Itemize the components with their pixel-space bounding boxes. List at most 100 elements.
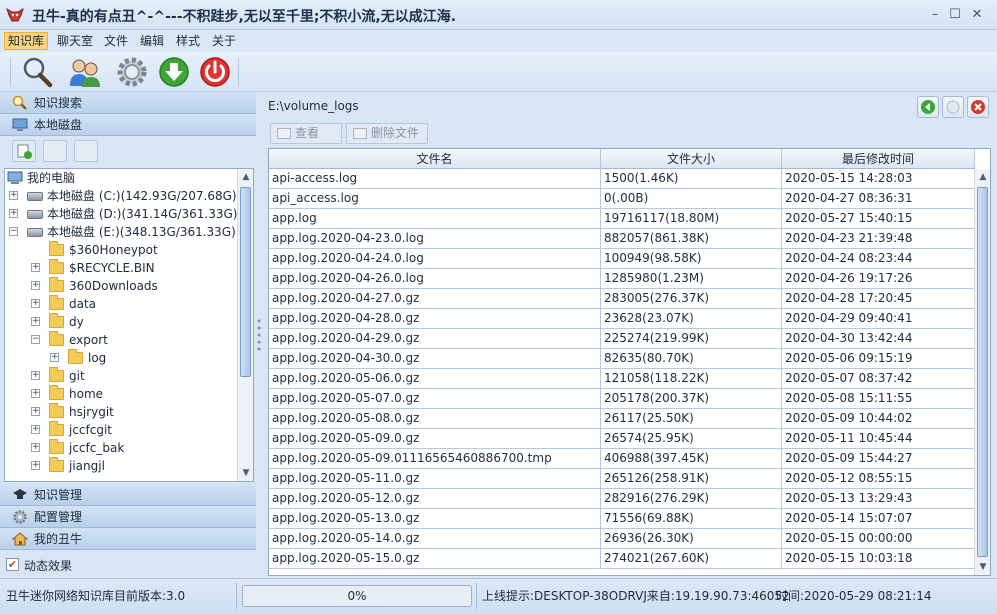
- title-bar: 丑牛-真的有点丑^-^---不积跬步,无以至千里;不积小流,无以成江海. – ☐…: [0, 0, 997, 30]
- nav-knowledge-management[interactable]: 知识管理: [0, 484, 256, 506]
- nav-my-chouniu[interactable]: 我的丑牛: [0, 528, 256, 550]
- tree-scrollbar[interactable]: ▲ ▼: [237, 169, 253, 481]
- expand-toggle[interactable]: +: [9, 209, 18, 218]
- settings-gear-icon[interactable]: [115, 55, 149, 89]
- table-row[interactable]: app.log.2020-04-28.0.gz 23628(23.07K) 2020…: [269, 309, 975, 329]
- table-row[interactable]: app.log.2020-05-13.0.gz 71556(69.88K) 2020…: [269, 509, 975, 529]
- scroll-thumb[interactable]: [240, 187, 251, 377]
- table-row[interactable]: app.log.2020-04-26.0.log 1285980(1.23M) 20…: [269, 269, 975, 289]
- table-row[interactable]: app.log.2020-04-23.0.log 882057(861.38K) 2…: [269, 229, 975, 249]
- edit-folder-button[interactable]: [43, 140, 67, 162]
- table-row[interactable]: app.log 19716117(18.80M) 2020-05-27 15:40:…: [269, 209, 975, 229]
- folder-icon: [49, 457, 64, 472]
- folder-tree: 我的电脑 + 本地磁盘 (C:)(142.93G/207.68G) + 本地磁盘…: [4, 168, 254, 482]
- expand-toggle[interactable]: +: [31, 371, 40, 380]
- table-row[interactable]: app.log.2020-05-09.01116565460886700.tmp…: [269, 449, 975, 469]
- expand-toggle[interactable]: +: [31, 263, 40, 272]
- table-row[interactable]: app.log.2020-04-30.0.gz 82635(80.70K) 2020…: [269, 349, 975, 369]
- toolbar: [0, 52, 997, 92]
- close-button[interactable]: ✕: [968, 6, 986, 24]
- cell-modified: 2020-05-09 15:44:27: [782, 449, 975, 468]
- cell-filesize: 274021(267.60K): [601, 549, 782, 568]
- cell-modified: 2020-04-28 17:20:45: [782, 289, 975, 308]
- nav-local-disk[interactable]: 本地磁盘: [0, 114, 256, 136]
- folder-icon: [49, 403, 64, 418]
- cell-filesize: 0(.00B): [601, 189, 782, 208]
- panel-splitter-handle[interactable]: [257, 318, 261, 352]
- expand-toggle[interactable]: +: [31, 425, 40, 434]
- scroll-down-arrow[interactable]: ▼: [975, 559, 990, 575]
- menu-bar: 知识库 聊天室 文件 编辑 样式 关于: [0, 30, 997, 52]
- menu-knowledge-base[interactable]: 知识库: [4, 32, 49, 50]
- menu-chat-room[interactable]: 聊天室: [54, 32, 96, 50]
- menu-edit[interactable]: 编辑: [137, 32, 167, 50]
- table-row[interactable]: app.log.2020-05-08.0.gz 26117(25.50K) 2020…: [269, 409, 975, 429]
- scroll-down-arrow[interactable]: ▼: [238, 465, 253, 481]
- cell-filename: app.log.2020-04-26.0.log: [269, 269, 601, 288]
- expand-toggle[interactable]: +: [31, 389, 40, 398]
- table-row[interactable]: api-access.log 1500(1.46K) 2020-05-15 14:2…: [269, 169, 975, 189]
- table-row[interactable]: app.log.2020-05-14.0.gz 26936(26.30K) 2020…: [269, 529, 975, 549]
- users-chat-icon[interactable]: [68, 55, 102, 89]
- table-row[interactable]: app.log.2020-05-11.0.gz 265126(258.91K) 20…: [269, 469, 975, 489]
- expand-toggle[interactable]: +: [31, 317, 40, 326]
- delete-icon: [353, 128, 367, 139]
- collapse-toggle[interactable]: −: [31, 335, 40, 344]
- progress-bar: 0%: [242, 585, 472, 607]
- table-row[interactable]: app.log.2020-05-09.0.gz 26574(25.95K) 2020…: [269, 429, 975, 449]
- expand-toggle[interactable]: +: [50, 353, 59, 362]
- delete-folder-button[interactable]: [74, 140, 98, 162]
- table-row[interactable]: app.log.2020-05-07.0.gz 205178(200.37K) 20…: [269, 389, 975, 409]
- minimize-button[interactable]: –: [926, 6, 944, 24]
- table-row[interactable]: app.log.2020-05-06.0.gz 121058(118.22K) 20…: [269, 369, 975, 389]
- hard-drive-icon: [27, 228, 43, 237]
- close-panel-button[interactable]: [967, 96, 989, 118]
- nav-knowledge-search[interactable]: 知识搜索: [0, 92, 256, 114]
- expand-toggle[interactable]: +: [31, 299, 40, 308]
- search-icon[interactable]: [20, 55, 54, 89]
- collapse-toggle[interactable]: −: [9, 227, 18, 236]
- maximize-button[interactable]: ☐: [946, 6, 964, 24]
- cell-modified: 2020-05-08 15:11:55: [782, 389, 975, 408]
- folder-icon: [49, 277, 64, 292]
- table-row[interactable]: app.log.2020-05-12.0.gz 282916(276.29K) 20…: [269, 489, 975, 509]
- column-header-modified[interactable]: 最后修改时间: [782, 149, 975, 169]
- menu-style[interactable]: 样式: [173, 32, 203, 50]
- dynamic-effect-checkbox[interactable]: ✔: [6, 558, 19, 571]
- cell-filename: app.log.2020-04-23.0.log: [269, 229, 601, 248]
- table-scrollbar[interactable]: ▲ ▼: [974, 169, 990, 575]
- cell-filesize: 71556(69.88K): [601, 509, 782, 528]
- scroll-up-arrow[interactable]: ▲: [975, 169, 990, 185]
- expand-toggle[interactable]: +: [31, 281, 40, 290]
- table-row[interactable]: app.log.2020-04-27.0.gz 283005(276.37K) 20…: [269, 289, 975, 309]
- download-icon[interactable]: [157, 55, 191, 89]
- table-row[interactable]: api_access.log 0(.00B) 2020-04-27 08:36:31: [269, 189, 975, 209]
- column-header-filename[interactable]: 文件名: [269, 149, 601, 169]
- view-button[interactable]: 查看: [270, 123, 342, 144]
- new-folder-button[interactable]: [12, 140, 36, 162]
- expand-toggle[interactable]: +: [31, 407, 40, 416]
- nav-config-management[interactable]: 配置管理: [0, 506, 256, 528]
- column-header-filesize[interactable]: 文件大小: [601, 149, 782, 169]
- cell-filesize: 82635(80.70K): [601, 349, 782, 368]
- expand-toggle[interactable]: +: [31, 443, 40, 452]
- power-icon[interactable]: [198, 55, 232, 89]
- computer-icon: [12, 118, 28, 131]
- file-table: 文件名 文件大小 最后修改时间 api-access.log 1500(1.46K…: [268, 148, 991, 576]
- table-row[interactable]: app.log.2020-04-29.0.gz 225274(219.99K) 20…: [269, 329, 975, 349]
- cell-filename: api_access.log: [269, 189, 601, 208]
- scroll-thumb[interactable]: [977, 187, 988, 557]
- expand-toggle[interactable]: +: [31, 461, 40, 470]
- refresh-button[interactable]: [942, 96, 964, 118]
- cell-filesize: 882057(861.38K): [601, 229, 782, 248]
- scroll-up-arrow[interactable]: ▲: [238, 169, 253, 185]
- table-row[interactable]: app.log.2020-04-24.0.log 100949(98.58K) 20…: [269, 249, 975, 269]
- go-button[interactable]: [917, 96, 939, 118]
- cell-filename: api-access.log: [269, 169, 601, 188]
- menu-file[interactable]: 文件: [101, 32, 131, 50]
- menu-about[interactable]: 关于: [209, 32, 239, 50]
- table-row[interactable]: app.log.2020-05-15.0.gz 274021(267.60K) 20…: [269, 549, 975, 569]
- my-computer-icon: [7, 171, 23, 184]
- delete-file-button[interactable]: 删除文件: [346, 123, 428, 144]
- expand-toggle[interactable]: +: [9, 191, 18, 200]
